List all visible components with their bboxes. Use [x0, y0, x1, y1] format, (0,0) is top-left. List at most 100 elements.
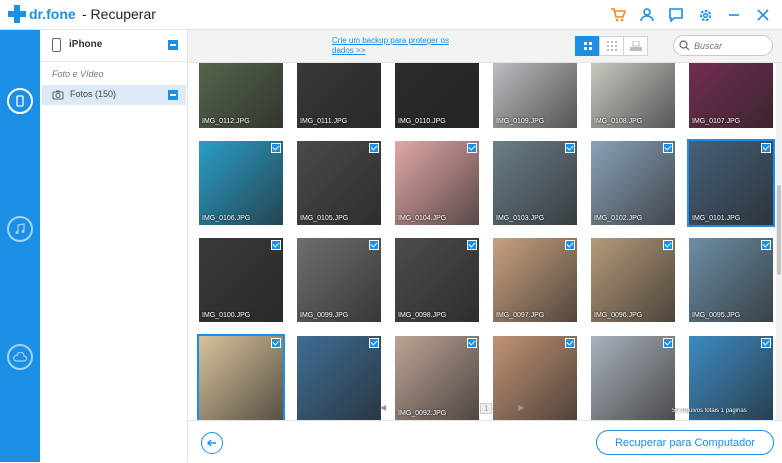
arrow-left-icon [207, 439, 216, 447]
photo-tile[interactable]: IMG_0108.JPG [591, 63, 675, 128]
file-tree-panel: iPhone Foto e Vídeo Fotos (150) [40, 30, 188, 462]
photo-tile[interactable]: IMG_0110.JPG [395, 63, 479, 128]
photo-checkbox[interactable] [761, 338, 771, 348]
phone-icon [52, 38, 61, 52]
photo-tile[interactable]: IMG_0096.JPG [591, 238, 675, 322]
photo-checkbox[interactable] [467, 338, 477, 348]
photo-tile[interactable]: IMG_0112.JPG [199, 63, 283, 128]
photo-filename: IMG_0106.JPG [202, 215, 251, 222]
title-bar: dr.fone - Recuperar [0, 0, 782, 30]
photo-checkbox[interactable] [761, 143, 771, 153]
search-input[interactable] [694, 39, 766, 52]
backup-link[interactable]: Crie um backup para proteger os dados >> [332, 36, 452, 56]
photo-tile[interactable]: IMG_0109.JPG [493, 63, 577, 128]
photo-filename: IMG_0104.JPG [398, 215, 447, 222]
photo-checkbox[interactable] [761, 240, 771, 250]
pager: ◀ 1 ▶ [380, 400, 530, 416]
preview-view-button[interactable] [623, 36, 648, 56]
photo-tile[interactable]: IMG_0104.JPG [395, 141, 479, 225]
photo-tile[interactable] [297, 336, 381, 420]
photo-checkbox[interactable] [467, 240, 477, 250]
photo-checkbox[interactable] [271, 240, 281, 250]
dr-fone-logo-icon [8, 5, 26, 23]
app-logo-text: dr.fone [29, 6, 76, 22]
photo-filename: IMG_0095.JPG [692, 312, 741, 319]
photo-tile[interactable]: IMG_0097.JPG [493, 238, 577, 322]
photo-checkbox[interactable] [663, 240, 673, 250]
photo-checkbox[interactable] [369, 240, 379, 250]
device-collapse-checkbox[interactable] [168, 40, 178, 50]
photo-grid: IMG_0112.JPG IMG_0111.JPG IMG_0110.JPG IMG_… [188, 63, 776, 420]
cart-icon[interactable] [607, 4, 629, 26]
files-summary: 50 arquivos totais 1 páginas [672, 408, 747, 414]
photo-tile[interactable]: IMG_0102.JPG [591, 141, 675, 225]
user-icon[interactable] [636, 4, 658, 26]
photo-checkbox[interactable] [467, 143, 477, 153]
prev-page-icon[interactable]: ◀ [380, 403, 386, 412]
settings-icon[interactable] [694, 4, 716, 26]
search-icon [679, 40, 690, 51]
back-button[interactable] [201, 432, 223, 454]
photo-filename: IMG_0105.JPG [300, 215, 349, 222]
minimize-icon[interactable] [723, 4, 745, 26]
photos-collapse-checkbox[interactable] [168, 90, 178, 100]
photo-checkbox[interactable] [271, 143, 281, 153]
photo-filename: IMG_0111.JPG [300, 118, 348, 125]
next-page-icon[interactable]: ▶ [518, 403, 524, 412]
photo-checkbox[interactable] [271, 338, 281, 348]
photo-filename: IMG_0096.JPG [594, 312, 643, 319]
scrollbar[interactable] [776, 63, 782, 420]
photo-tile[interactable] [591, 336, 675, 420]
photo-tile[interactable]: IMG_0107.JPG [689, 63, 773, 128]
scroll-thumb[interactable] [777, 185, 781, 275]
photo-filename: IMG_0101.JPG [692, 215, 741, 222]
photo-filename: IMG_0108.JPG [594, 118, 643, 125]
photo-filename: IMG_0099.JPG [300, 312, 349, 319]
photo-checkbox[interactable] [369, 338, 379, 348]
photo-checkbox[interactable] [663, 143, 673, 153]
photo-tile[interactable]: IMG_0111.JPG [297, 63, 381, 128]
device-name: iPhone [69, 39, 103, 50]
window-title: - Recuperar [82, 6, 156, 22]
camera-icon [52, 90, 64, 100]
photo-tile[interactable]: IMG_0098.JPG [395, 238, 479, 322]
music-icon[interactable] [7, 216, 33, 242]
photo-filename: IMG_0103.JPG [496, 215, 545, 222]
photo-filename: IMG_0107.JPG [692, 118, 741, 125]
photo-filename: IMG_0100.JPG [202, 312, 251, 319]
app-logo: dr.fone [8, 5, 76, 23]
photo-tile[interactable]: IMG_0100.JPG [199, 238, 283, 322]
left-rail [0, 30, 40, 462]
page-number[interactable]: 1 [480, 403, 493, 414]
photo-checkbox[interactable] [369, 143, 379, 153]
grid-view-button[interactable] [575, 36, 600, 56]
photo-tile[interactable]: IMG_0106.JPG [199, 141, 283, 225]
search-box[interactable] [673, 35, 773, 56]
small-grid-icon [606, 41, 617, 51]
photo-tile[interactable]: IMG_0101.JPG [687, 139, 775, 227]
recover-to-computer-button[interactable]: Recuperar para Computador [596, 430, 774, 455]
photo-filename: IMG_0112.JPG [202, 118, 250, 125]
photo-filename: IMG_0098.JPG [398, 312, 447, 319]
photo-checkbox[interactable] [565, 143, 575, 153]
photo-filename: IMG_0109.JPG [496, 118, 545, 125]
photo-checkbox[interactable] [663, 338, 673, 348]
device-row[interactable]: iPhone [40, 30, 187, 62]
tree-item-photos[interactable]: Fotos (150) [42, 85, 186, 105]
cloud-icon[interactable] [7, 344, 33, 370]
small-grid-view-button[interactable] [599, 36, 624, 56]
photo-tile[interactable]: IMG_0105.JPG [297, 141, 381, 225]
feedback-icon[interactable] [665, 4, 687, 26]
photo-filename: IMG_0110.JPG [398, 118, 446, 125]
grid-icon [583, 42, 592, 50]
phone-recover-icon[interactable] [7, 88, 33, 114]
category-heading: Foto e Vídeo [52, 69, 104, 79]
photo-tile[interactable]: IMG_0103.JPG [493, 141, 577, 225]
photo-tile[interactable]: IMG_0099.JPG [297, 238, 381, 322]
photo-checkbox[interactable] [565, 338, 575, 348]
photo-filename: IMG_0102.JPG [594, 215, 643, 222]
photo-checkbox[interactable] [565, 240, 575, 250]
photo-tile[interactable] [197, 334, 285, 420]
close-icon[interactable] [752, 4, 774, 26]
photo-tile[interactable]: IMG_0095.JPG [689, 238, 773, 322]
